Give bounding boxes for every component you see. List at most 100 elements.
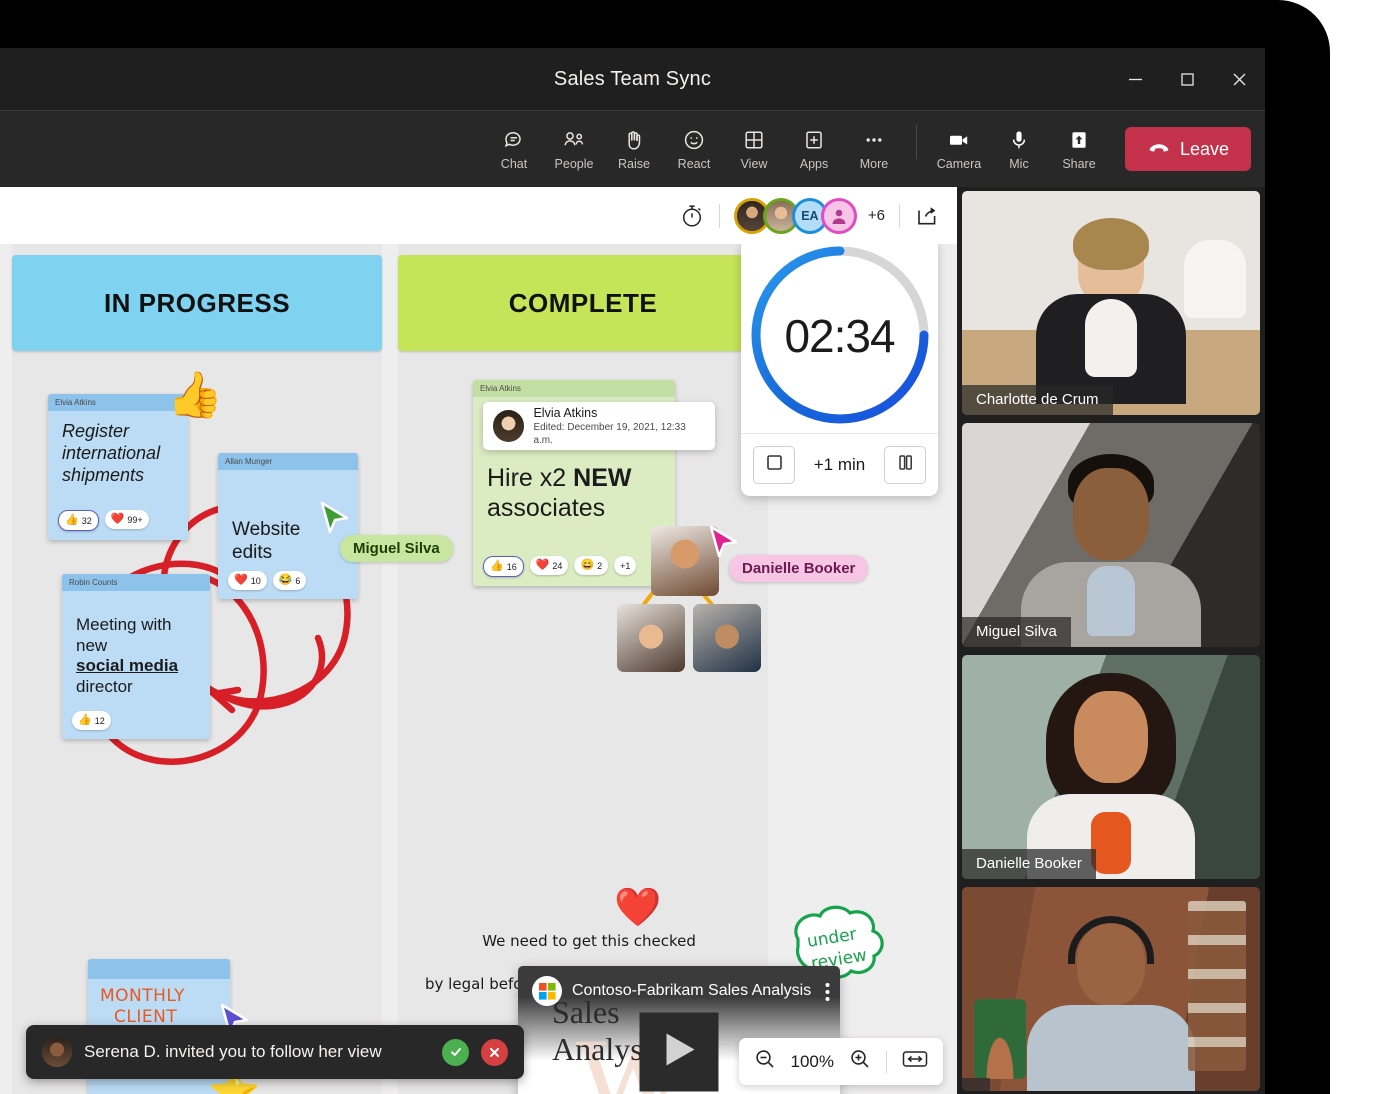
cursor-label-miguel: Miguel Silva: [340, 535, 453, 562]
reaction-badge[interactable]: 👍 32: [58, 510, 99, 531]
zoom-in-button[interactable]: [848, 1047, 872, 1076]
video-feed-shelf: [1188, 901, 1246, 1071]
page-title: Sales Team Sync: [553, 67, 712, 90]
follow-view-toast: Serena D. invited you to follow her view: [26, 1025, 524, 1079]
video-feed-shirt: [1085, 298, 1137, 377]
person-photo-card[interactable]: [617, 604, 685, 672]
heart-sticker: ❤️: [614, 887, 662, 929]
toolbar-button-raise[interactable]: Raise: [604, 127, 664, 171]
whiteboard-canvas[interactable]: IN PROGRESS COMPLETE Elvia Atkins Regist…: [0, 244, 957, 1094]
person-icon: [832, 209, 846, 224]
cursor-label-danielle: Danielle Booker: [729, 555, 869, 582]
toolbar-button-share[interactable]: Share: [1049, 127, 1109, 171]
reaction-count: +1: [620, 560, 631, 571]
play-triangle-icon: [660, 1030, 698, 1075]
laptop-device-frame: Sales Team Sync Chat People Raise React …: [0, 0, 1330, 1094]
timer-stop-button[interactable]: [753, 446, 795, 484]
sticky-note[interactable]: Robin Counts Meeting with new social med…: [62, 574, 210, 739]
timer-add-minute-button[interactable]: +1 min: [814, 455, 866, 475]
hangup-phone-icon: [1147, 141, 1171, 157]
note-reactions[interactable]: ❤️ 10 😂 6: [228, 571, 307, 590]
video-tile-name: Charlotte de Crum: [962, 385, 1113, 415]
toolbar-button-view[interactable]: View: [724, 127, 784, 171]
video-tile-miguel[interactable]: Miguel Silva: [962, 423, 1260, 647]
reaction-badge[interactable]: 👍 12: [72, 711, 111, 730]
note-header-band: [88, 959, 230, 979]
avatar-generic[interactable]: [820, 197, 857, 234]
avatar-initials-text: EA: [801, 208, 819, 223]
video-tile-charlotte[interactable]: Charlotte de Crum: [962, 191, 1260, 415]
toolbar-button-mic[interactable]: Mic: [989, 127, 1049, 171]
toolbar-button-people[interactable]: People: [544, 127, 604, 171]
toolbar-label: View: [740, 157, 768, 172]
fit-to-screen-button[interactable]: [901, 1048, 929, 1075]
reaction-badge[interactable]: 😂 6: [272, 571, 307, 590]
reaction-badge[interactable]: ❤️ 10: [228, 571, 267, 590]
whiteboard-panel: EA +6 IN PROGRESS COMPLETE Elvia Atkins …: [0, 187, 957, 1094]
column-title: COMPLETE: [508, 287, 658, 318]
reaction-count: 99+: [127, 514, 143, 525]
play-button[interactable]: [639, 1012, 719, 1092]
timer-widget[interactable]: 02:34 +1 min: [741, 244, 938, 496]
reaction-count: 12: [94, 715, 105, 726]
reaction-count: 10: [250, 575, 261, 586]
app-screen: Sales Team Sync Chat People Raise React …: [0, 48, 1265, 1094]
toolbar-button-more[interactable]: More: [844, 127, 904, 171]
note-author-tooltip: Elvia Atkins Edited: December 19, 2021, …: [483, 402, 715, 450]
reaction-badge[interactable]: 👍 16: [483, 556, 524, 577]
toolbar-button-chat[interactable]: Chat: [484, 127, 544, 171]
window-title-bar: Sales Team Sync: [0, 48, 1265, 110]
video-feed-body: [1027, 1005, 1195, 1091]
thumbs-up-icon: 👍: [490, 560, 504, 572]
timer-face: 02:34: [741, 244, 938, 433]
whiteboard-timer-button[interactable]: [679, 202, 705, 229]
toast-decline-button[interactable]: [481, 1038, 508, 1066]
reaction-overflow-badge[interactable]: +1: [614, 556, 637, 575]
timer-pause-button[interactable]: [884, 446, 926, 484]
reaction-count: 24: [552, 560, 563, 571]
minimize-button[interactable]: [1109, 48, 1161, 110]
video-feed-subject: [1074, 690, 1148, 783]
note-reactions[interactable]: 👍 16 ❤️ 24 😄 2 +1: [483, 556, 637, 577]
note-reactions[interactable]: 👍 12: [72, 711, 111, 730]
reaction-count: 6: [295, 575, 301, 586]
zoom-out-button[interactable]: [753, 1047, 777, 1076]
column-title: IN PROGRESS: [103, 287, 291, 318]
reaction-badge[interactable]: ❤️ 24: [529, 556, 569, 575]
note-author: Allan Munger: [218, 453, 358, 470]
participant-avatar-stack[interactable]: EA: [733, 197, 857, 234]
more-vertical-icon[interactable]: [825, 982, 830, 1007]
note-text-plain: Hire x2: [487, 464, 574, 492]
note-line-1: Meeting with new: [76, 615, 172, 655]
toolbar-button-camera[interactable]: Camera: [929, 127, 989, 171]
leave-button[interactable]: Leave: [1125, 127, 1251, 171]
toolbar-button-apps[interactable]: Apps: [784, 127, 844, 171]
legal-line-1: We need to get this checked: [482, 931, 696, 950]
note-reactions[interactable]: 👍 32 ❤️ 99+: [58, 510, 149, 531]
hw-line-1: MONTHLY: [100, 986, 186, 1006]
person-photo-card[interactable]: [693, 604, 761, 672]
toolbar-divider: [916, 125, 917, 159]
note-author: Elvia Atkins: [473, 380, 675, 397]
video-tile-danielle[interactable]: Danielle Booker: [962, 655, 1260, 879]
close-button[interactable]: [1213, 48, 1265, 110]
thumbs-up-icon: 👍: [65, 514, 79, 526]
leave-label: Leave: [1179, 138, 1230, 159]
toast-accept-button[interactable]: [442, 1038, 469, 1066]
maximize-button[interactable]: [1161, 48, 1213, 110]
cursor-label-text: Danielle Booker: [742, 560, 856, 577]
share-board-button[interactable]: [914, 203, 941, 228]
reaction-badge[interactable]: ❤️ 99+: [104, 510, 149, 529]
reaction-count: 16: [506, 561, 517, 572]
react-smiley-icon: [682, 127, 706, 153]
timer-controls: +1 min: [741, 433, 938, 496]
reaction-badge[interactable]: 😄 2: [574, 556, 609, 575]
toolbar-button-react[interactable]: React: [664, 127, 724, 171]
video-tile-4[interactable]: [962, 887, 1260, 1091]
toolbar-label: More: [859, 157, 889, 172]
reaction-count: 32: [81, 515, 92, 526]
toolbar-label: Camera: [936, 157, 982, 172]
toolbar-label: React: [677, 157, 711, 172]
note-line-2: social media: [76, 656, 179, 676]
whiteboard-toolbar: EA +6: [0, 187, 957, 244]
